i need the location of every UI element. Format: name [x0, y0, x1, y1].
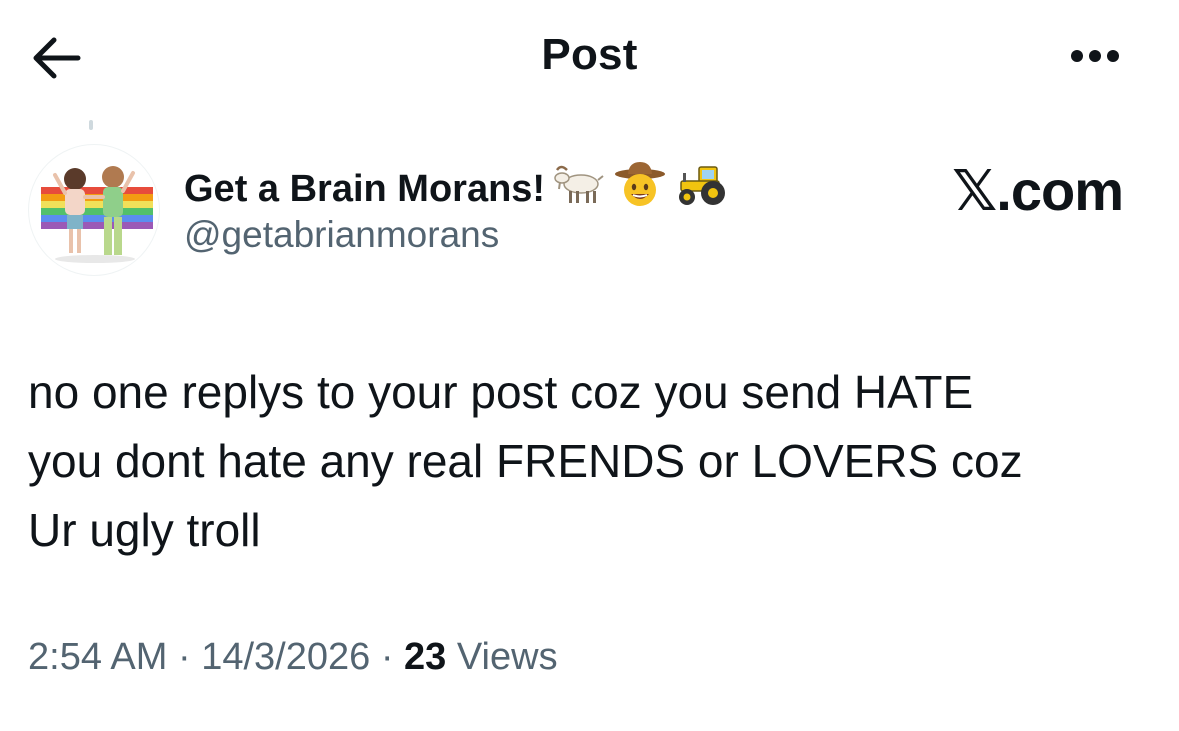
- more-horizontal-icon: [1071, 50, 1083, 62]
- goat-icon: [551, 162, 607, 216]
- author-display-name[interactable]: Get a Brain Morans!: [184, 160, 731, 218]
- post-meta: 2:54 AM · 14/3/2026 · 23 Views: [28, 636, 558, 679]
- tractor-icon: [673, 161, 731, 217]
- views-label: Views: [446, 636, 558, 678]
- meta-separator: ·: [370, 636, 405, 678]
- meta-separator: ·: [167, 636, 202, 678]
- page-title: Post: [541, 30, 638, 79]
- more-dot: [1089, 50, 1101, 62]
- post-date[interactable]: 14/3/2026: [201, 636, 370, 678]
- views-count[interactable]: 23: [404, 636, 446, 678]
- more-dot: [1107, 50, 1119, 62]
- cowboy-face-icon: [613, 160, 667, 218]
- post-line: no one replys to your post coz you send …: [28, 366, 974, 418]
- rainbow-flag-couple-avatar: [41, 166, 153, 263]
- post-time[interactable]: 2:54 AM: [28, 636, 167, 678]
- more-options-button[interactable]: [1058, 38, 1132, 74]
- post-body: no one replys to your post coz you send …: [28, 358, 1138, 565]
- x-com-watermark: 𝕏.com: [952, 158, 1124, 224]
- post-line: Ur ugly troll: [28, 504, 261, 556]
- avatar[interactable]: [28, 144, 160, 276]
- display-name-text: Get a Brain Morans!: [184, 167, 546, 210]
- brand-suffix: .com: [996, 159, 1124, 222]
- post-line: you dont hate any real FRENDS or LOVERS …: [28, 435, 1023, 487]
- avatar-thread-line: [89, 120, 93, 130]
- x-logo-icon: 𝕏: [952, 159, 997, 224]
- author-handle[interactable]: @getabrianmorans: [184, 214, 499, 256]
- post-header: Post: [0, 0, 1179, 120]
